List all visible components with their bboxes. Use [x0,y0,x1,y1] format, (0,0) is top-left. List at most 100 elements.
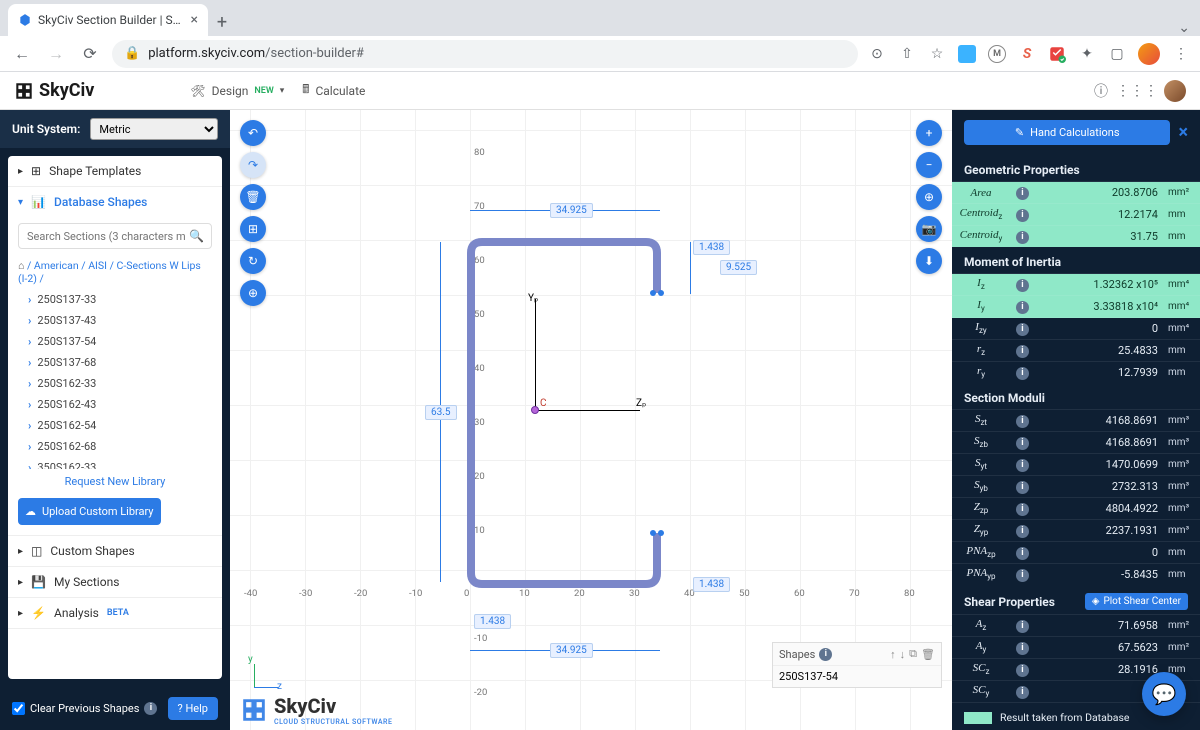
acc-database-shapes[interactable]: ▾ 📊 Database Shapes [8,187,222,217]
info-icon[interactable]: i [1016,664,1029,677]
redo-button[interactable]: ↷ [240,152,266,178]
info-icon[interactable]: i [1016,459,1029,472]
canvas-grid[interactable]: ↶ ↷ 🗑 ⊞ ↻ ⊕ + − ⊕ 📷 ⬇ -40-30-20-10010203… [230,110,952,730]
shape-list-item[interactable]: 250S137-68 [8,352,222,373]
profile-avatar[interactable] [1138,43,1160,65]
info-icon[interactable]: i [1016,686,1029,699]
clear-prev-checkbox[interactable]: Clear Previous Shapes i [12,702,160,715]
shape-list-item[interactable]: 250S137-54 [8,331,222,352]
result-row: Izyi0mm⁴ [952,318,1200,340]
shape-list-item[interactable]: 350S162-33 [8,457,222,469]
acc-shape-templates[interactable]: ▸ ⊞ Shape Templates [8,156,222,186]
unit-select[interactable]: Metric [90,118,218,140]
upload-library-button[interactable]: ☁ Upload Custom Library [18,498,161,525]
info-icon[interactable]: i [1016,642,1029,655]
menu-calculate[interactable]: 🖩 Calculate [302,80,365,101]
info-icon[interactable]: i [1016,547,1029,560]
tools-icon: 🛠 [190,84,205,98]
menu-design[interactable]: 🛠 Design NEW ▾ [190,84,284,98]
info-icon[interactable]: i [1016,231,1029,244]
shapes-panel-item[interactable]: 250S137-54 [773,666,941,687]
reload-button[interactable]: ⟳ [78,42,102,66]
new-tab-button[interactable]: + [208,8,236,36]
info-icon[interactable]: i [1016,569,1029,582]
acc-analysis[interactable]: ▸ ⚡ Analysis BETA [8,598,222,628]
rotate-button[interactable]: ↻ [240,248,266,274]
info-icon[interactable]: i [1016,620,1029,633]
help-icon[interactable]: ⓘ [1092,82,1110,100]
zoom-in-button[interactable]: + [916,120,942,146]
info-icon[interactable]: i [1016,187,1029,200]
canvas-area[interactable]: ↶ ↷ 🗑 ⊞ ↻ ⊕ + − ⊕ 📷 ⬇ -40-30-20-10010203… [230,110,952,730]
acc-my-sections[interactable]: ▸ 💾 My Sections [8,567,222,597]
search-icon[interactable]: ⊙ [868,45,886,63]
app-header: SkyCiv 🛠 Design NEW ▾ 🖩 Calculate ⓘ ⋮⋮⋮ [0,72,1200,110]
window-icon[interactable]: ▢ [1108,45,1126,63]
info-icon[interactable]: i [1016,279,1029,292]
request-library-link[interactable]: Request New Library [8,469,222,494]
chat-icon: 💬 [1152,682,1177,706]
extension-icon[interactable]: M [988,45,1006,63]
shape-list-item[interactable]: 250S162-54 [8,415,222,436]
extension-icon[interactable] [1048,45,1066,63]
delete-button[interactable]: 🗑 [240,184,266,210]
home-icon[interactable]: ⌂ [18,259,24,272]
shape-list-item[interactable]: 250S162-68 [8,436,222,457]
section-shape[interactable] [467,238,667,588]
hand-calculations-button[interactable]: ✎ Hand Calculations [964,120,1170,145]
address-bar[interactable]: 🔒 platform.skyciv.com/section-builder# [112,40,858,68]
browser-tab[interactable]: SkyCiv Section Builder | SkyCi × [8,4,208,36]
extension-icon[interactable] [958,45,976,63]
download-button[interactable]: ⬇ [916,248,942,274]
shape-list-item[interactable]: 250S162-33 [8,373,222,394]
info-icon[interactable]: i [1016,301,1029,314]
info-icon[interactable]: i [1016,209,1029,222]
info-icon[interactable]: i [1016,415,1029,428]
x-tick: -10 [409,588,422,599]
fit-button[interactable]: ⊕ [916,184,942,210]
info-icon[interactable]: i [1016,323,1029,336]
undo-button[interactable]: ↶ [240,120,266,146]
info-icon[interactable]: i [1016,367,1029,380]
chevron-down-icon[interactable]: ⌄ [1168,20,1200,36]
arrow-down-icon[interactable]: ↓ [900,648,906,661]
acc-custom-shapes[interactable]: ▸ ◫ Custom Shapes [8,536,222,566]
info-icon[interactable]: i [144,702,157,715]
info-icon[interactable]: i [1016,481,1029,494]
info-icon[interactable]: i [1016,503,1029,516]
share-icon[interactable]: ⇧ [898,45,916,63]
trash-icon[interactable]: 🗑 [921,648,935,661]
close-panel-icon[interactable]: × [1178,122,1188,143]
unit-label: Unit System: [12,122,80,136]
shape-list-item[interactable]: 250S137-33 [8,289,222,310]
shape-list-item[interactable]: 250S162-43 [8,394,222,415]
chat-button[interactable]: 💬 [1142,672,1186,716]
snapshot-button[interactable]: 📷 [916,216,942,242]
extensions-icon[interactable]: ✦ [1078,45,1096,63]
back-button[interactable]: ← [10,42,34,66]
extension-icon[interactable]: S [1018,45,1036,63]
info-icon[interactable]: i [1016,437,1029,450]
plot-shear-center-button[interactable]: ◈ Plot Shear Center [1085,593,1188,610]
arrow-up-icon[interactable]: ↑ [890,648,896,661]
info-icon[interactable]: i [819,648,832,661]
close-icon[interactable]: × [191,12,198,28]
zoom-out-button[interactable]: − [916,152,942,178]
copy-icon[interactable]: ⧉ [909,647,917,661]
section-search-input[interactable] [18,223,212,249]
bookmark-icon[interactable]: ☆ [928,45,946,63]
info-icon[interactable]: i [1016,525,1029,538]
help-button[interactable]: ? Help [168,697,218,720]
grid-button[interactable]: ⊞ [240,216,266,242]
info-icon[interactable]: i [1016,345,1029,358]
forward-button[interactable]: → [44,42,68,66]
centroid-button[interactable]: ⊕ [240,280,266,306]
user-avatar[interactable] [1164,80,1186,102]
apps-icon[interactable]: ⋮⋮⋮ [1128,82,1146,100]
coord-axes-badge: y z [248,658,278,688]
shape-list-item[interactable]: 250S137-43 [8,310,222,331]
dim-thickness-origin: 1.438 [474,614,511,629]
app-logo[interactable]: SkyCiv [14,80,94,101]
library-breadcrumb[interactable]: ⌂ / American / AISI / C-Sections W Lips … [8,255,222,289]
menu-icon[interactable]: ⋮ [1172,45,1190,63]
